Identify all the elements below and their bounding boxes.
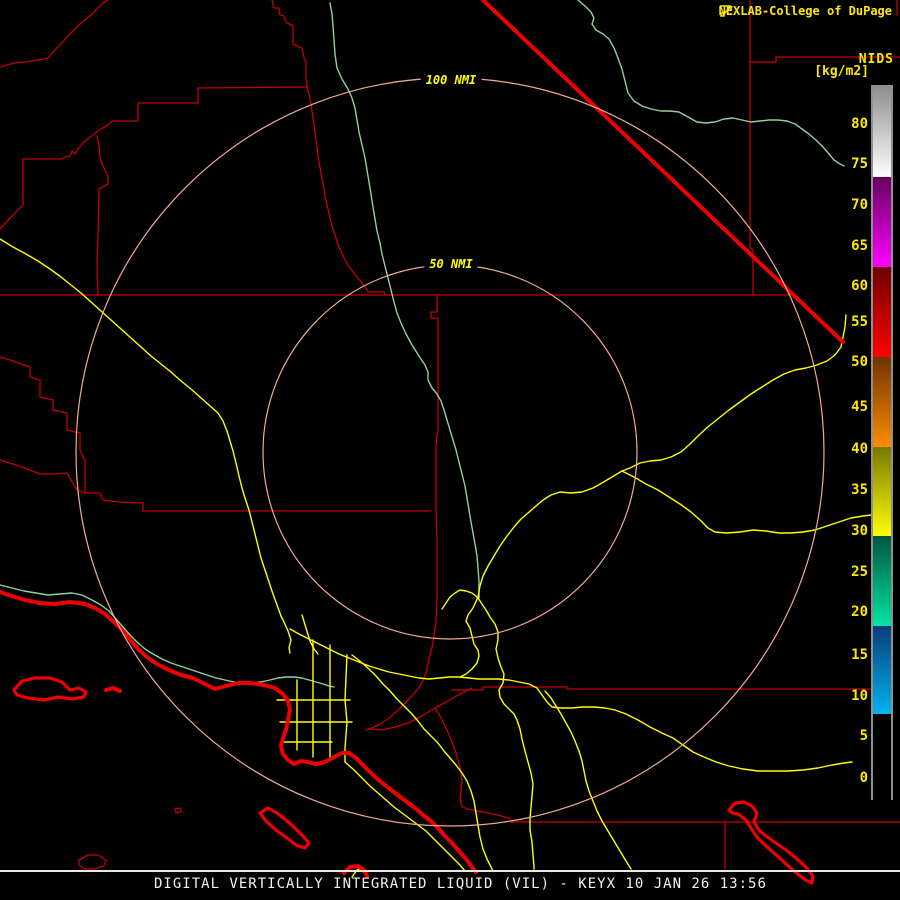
units-label: [kg/m2]	[814, 64, 869, 79]
road	[460, 471, 622, 677]
road	[290, 629, 498, 679]
color-scale-tick-label: 60	[828, 278, 868, 294]
river	[0, 585, 334, 687]
island-thin	[175, 808, 181, 813]
color-scale-tick-label: 5	[828, 728, 868, 744]
island-thick	[14, 678, 86, 700]
product-title: DIGITAL VERTICALLY INTEGRATED LIQUID (VI…	[154, 876, 767, 892]
road	[478, 598, 534, 869]
color-scale-tick-label: 65	[828, 238, 868, 254]
color-scale-tick-label: 35	[828, 482, 868, 498]
color-scale-tick-label: 50	[828, 354, 868, 370]
brand-text: NEXLAB-College of DuPage	[719, 4, 892, 18]
radar-map	[0, 0, 900, 900]
footer-separator	[0, 870, 900, 872]
color-scale-tick-label: 40	[828, 441, 868, 457]
color-scale-tick-label: 10	[828, 688, 868, 704]
road	[0, 239, 291, 653]
county-border	[0, 357, 85, 493]
island-thin	[79, 855, 106, 869]
range-ring-label-50nmi: 50 NMI	[424, 257, 477, 271]
color-scale-segment	[873, 87, 891, 177]
radar-display: 100 NMI 50 NMI NEXLAB-College of DuPage …	[0, 0, 900, 900]
county-border	[0, 460, 431, 511]
color-scale-tick-label: 15	[828, 647, 868, 663]
color-scale-tick-label: 70	[828, 197, 868, 213]
county-border	[452, 687, 873, 690]
color-scale-tick-label: 20	[828, 604, 868, 620]
color-scale-tick-label: 30	[828, 523, 868, 539]
color-scale-tick-label: 75	[828, 156, 868, 172]
river	[330, 3, 479, 598]
county-border	[366, 295, 438, 730]
road	[622, 315, 846, 471]
color-scale-segment	[873, 357, 891, 447]
range-ring-50nmi	[263, 265, 637, 639]
county-border	[272, 0, 385, 295]
color-scale-tick-label: 0	[828, 770, 868, 786]
range-ring-label-100nmi: 100 NMI	[421, 73, 482, 87]
color-scale-tick-label: 80	[828, 116, 868, 132]
color-scale-tick-label: 45	[828, 399, 868, 415]
color-scale-tick-label: 25	[828, 564, 868, 580]
road	[442, 590, 478, 609]
county-border	[750, 0, 753, 295]
color-scale-segment	[873, 447, 891, 536]
river	[578, 0, 844, 166]
interstate	[106, 688, 120, 691]
color-scale-segment	[873, 177, 891, 267]
island-thick	[260, 808, 309, 848]
range-ring-100nmi	[76, 78, 824, 826]
color-scale-segment	[873, 536, 891, 626]
color-scale-segment	[873, 714, 891, 800]
road	[498, 679, 852, 771]
color-scale-segment	[873, 626, 891, 714]
brand-header: NEXLAB-College of DuPage	[719, 4, 896, 18]
interstate	[483, 0, 843, 342]
county-border	[0, 87, 307, 229]
county-border	[97, 136, 108, 295]
color-scale-tick-label: 55	[828, 314, 868, 330]
county-border	[0, 0, 108, 67]
road	[345, 655, 347, 762]
road	[345, 762, 465, 871]
road	[545, 691, 631, 869]
road	[302, 615, 318, 654]
color-scale-bar	[871, 85, 893, 800]
color-scale-segment	[873, 267, 891, 357]
